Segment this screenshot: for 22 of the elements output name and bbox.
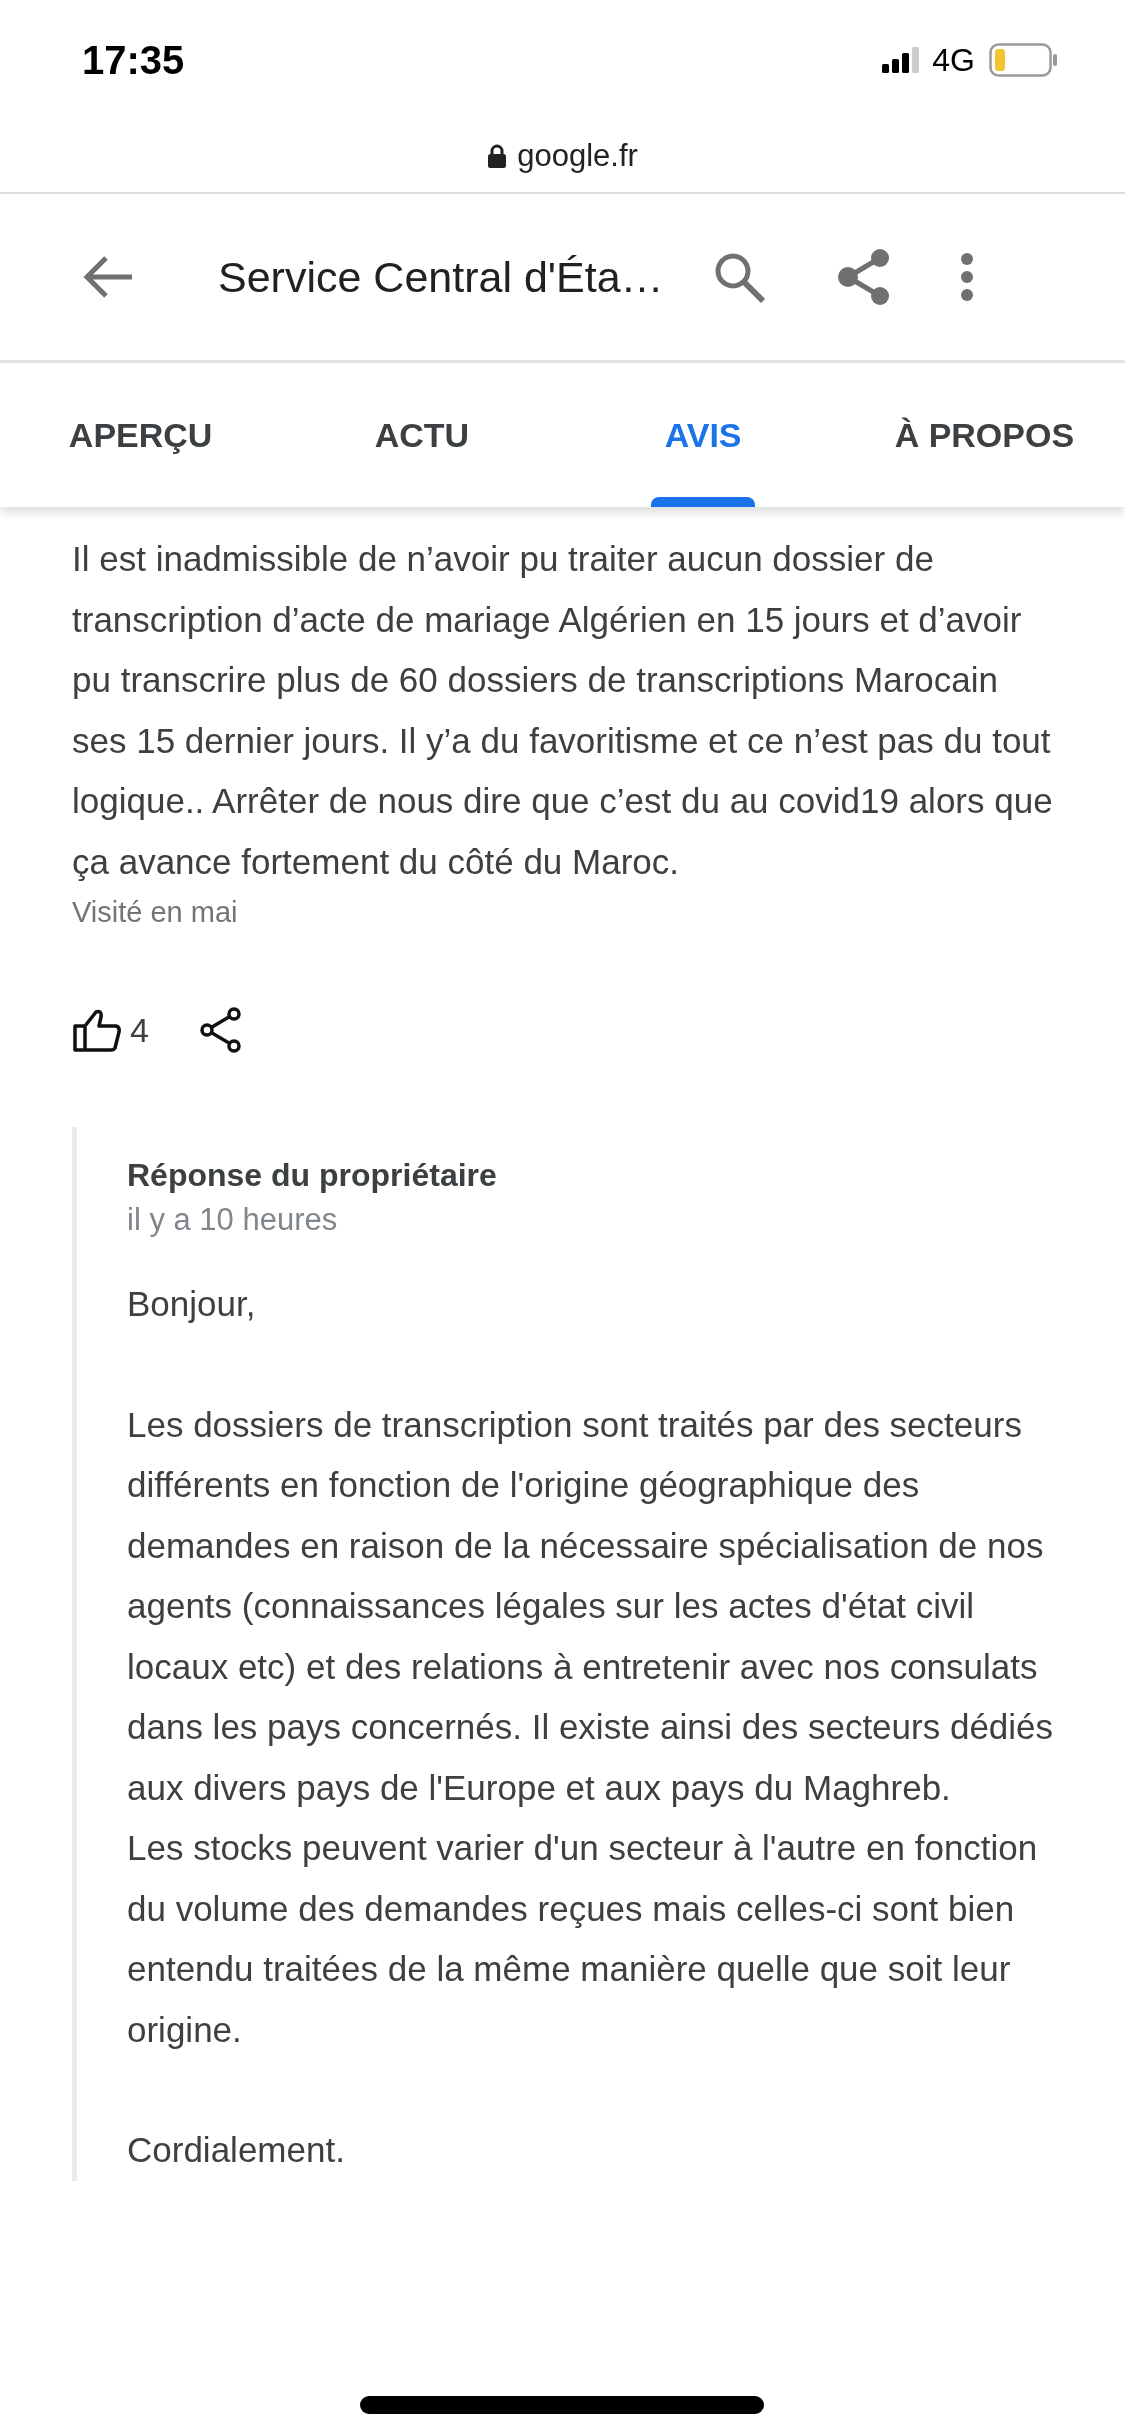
tab[interactable]: AVIS <box>562 363 844 507</box>
tab[interactable]: ACTU <box>281 363 563 507</box>
tab[interactable]: À PROPOS <box>843 363 1125 507</box>
network-label: 4G <box>932 41 975 79</box>
battery-icon <box>989 43 1057 77</box>
visit-date: Visité en mai <box>72 896 239 929</box>
lock-icon <box>487 144 508 168</box>
reply-paragraph: Cordialement. <box>127 2129 346 2171</box>
tab[interactable]: APERÇU <box>0 363 282 507</box>
more-options-icon[interactable] <box>959 252 974 302</box>
url-text[interactable]: google.fr <box>517 138 638 174</box>
back-arrow-icon[interactable] <box>82 255 134 299</box>
like-count: 4 <box>130 1010 149 1050</box>
thumbs-up-icon[interactable] <box>72 1008 122 1052</box>
review-text: Il est inadmissible de n’avoir pu traiter aucun dossier de transcription d’acte de mariage Algérien en 15 jours et d’avoir pu transcrire plus de 60 dossiers de transcriptions Marocain ses 15 dernier jours. Il y’a du favoritisme et ce n’est pas du tout logique.. Arrêter de nous dire que c’est du au covid19 alors que ça avance fortement du côté du Maroc. <box>72 538 1054 883</box>
reply-paragraph: Les dossiers de transcription sont traités par des secteurs différents en fonction de l'origine géographique des demandes en raison de la nécessaire spécialisation de nos agents (connaissances légales sur les actes d'état civil locaux etc) et des relations à entretenir avec nos consulats dans les pays concernés. Il existe ainsi des secteurs dédiés aux divers pays de l'Europe et aux pays du Maghreb. Les stocks peuvent varier d'un secteur à l'autre en fonction du volume des demandes reçues mais celles-ci sont bien entendu traitées de la même manière quelle que soit leur origine. <box>127 1403 1055 2051</box>
page-title: Service Central d'Éta… <box>218 252 664 302</box>
reply-paragraph: Bonjour, <box>127 1283 257 1325</box>
status-time: 17:35 <box>82 37 185 83</box>
reply-heading: Réponse du propriétaire <box>127 1157 498 1194</box>
reply-time: il y a 10 heures <box>127 1202 339 1238</box>
share-icon[interactable] <box>198 1007 243 1053</box>
